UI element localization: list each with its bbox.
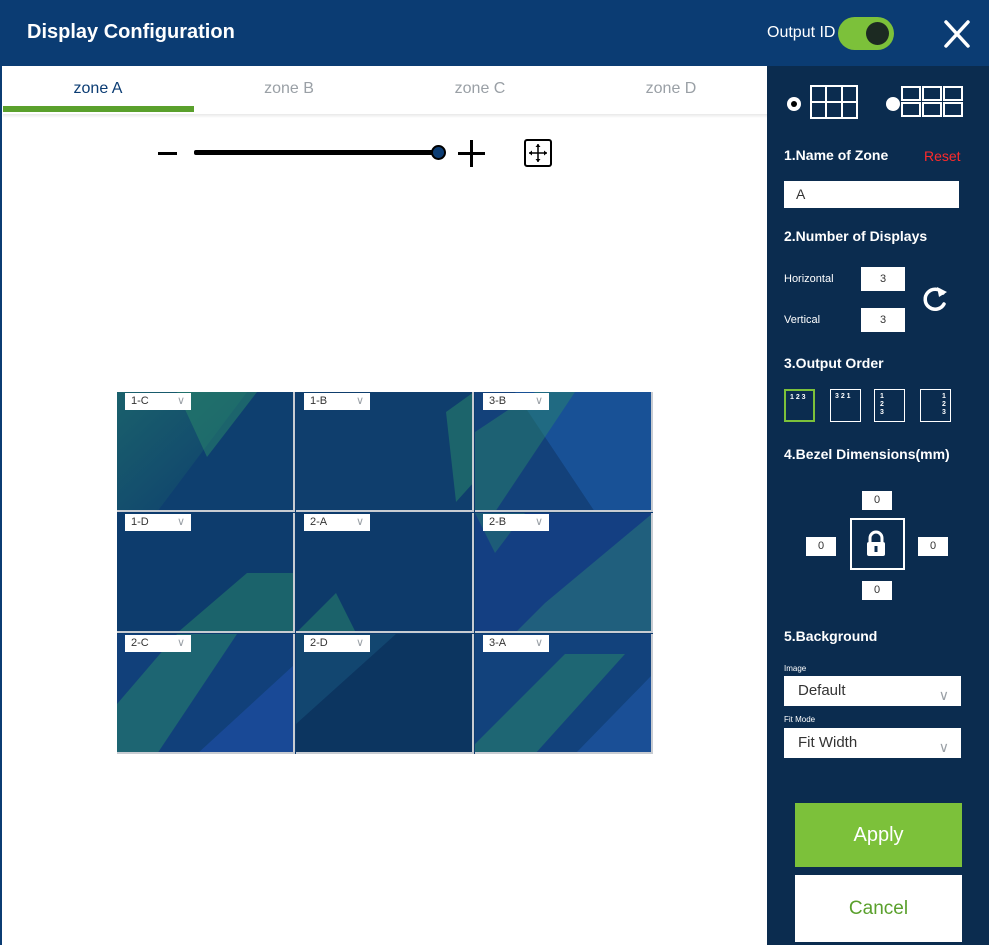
cell-output-select[interactable]: 3-A ∨ xyxy=(483,635,549,652)
output-id-toggle[interactable] xyxy=(838,17,894,50)
active-tab-indicator xyxy=(3,106,194,112)
bezel-left-input[interactable]: 0 xyxy=(806,537,836,556)
layout-option-radio[interactable] xyxy=(886,97,900,111)
cell-output-select[interactable]: 2-C ∨ xyxy=(125,635,191,652)
bezel-bottom-input[interactable]: 0 xyxy=(862,581,892,600)
cell-output-select[interactable]: 1-D ∨ xyxy=(125,514,191,531)
background-heading: 5.Background xyxy=(784,628,878,644)
vertical-label: Vertical xyxy=(784,314,821,326)
display-cell[interactable]: 1-D ∨ xyxy=(117,513,295,633)
cell-output-select[interactable]: 2-B ∨ xyxy=(483,514,549,531)
toggle-knob xyxy=(866,22,889,45)
cell-output-select[interactable]: 3-B ∨ xyxy=(483,393,549,410)
display-cell[interactable]: 2-D ∨ xyxy=(296,634,474,754)
display-cell[interactable]: 2-C ∨ xyxy=(117,634,295,754)
cancel-button[interactable]: Cancel xyxy=(795,875,962,942)
minus-icon[interactable] xyxy=(158,152,177,155)
bezel-dimensions-heading: 4.Bezel Dimensions(mm) xyxy=(784,446,950,462)
cell-output-select[interactable]: 1-B ∨ xyxy=(304,393,370,410)
window-title: Display Configuration xyxy=(27,21,235,43)
lock-icon[interactable] xyxy=(865,530,887,558)
zoom-slider-handle[interactable] xyxy=(431,145,446,160)
zoom-slider[interactable] xyxy=(194,150,438,155)
display-wall: 1-C ∨ 1-B ∨ 3-B ∨ 1-D ∨ 2-A ∨ 2-B ∨ 2-C ∨ 2-D ∨ … xyxy=(117,392,653,754)
tab-divider xyxy=(3,114,767,118)
output-order-top-down-right[interactable]: 1 2 3 xyxy=(920,389,951,422)
plus-icon[interactable] xyxy=(458,140,485,167)
display-cell[interactable]: 1-B ∨ xyxy=(296,392,474,512)
name-of-zone-heading: 1.Name of Zone xyxy=(784,147,889,163)
display-cell[interactable]: 1-C ∨ xyxy=(117,392,295,512)
horizontal-count-input[interactable]: 3 xyxy=(861,267,905,291)
tab-zone-d[interactable]: zone D xyxy=(576,80,766,98)
output-order-right-to-left[interactable]: 3 2 1 xyxy=(830,389,861,422)
fit-to-screen-icon[interactable] xyxy=(524,139,552,167)
layout-option-radio[interactable] xyxy=(787,97,801,111)
output-id-label: Output ID xyxy=(767,24,836,41)
display-cell[interactable]: 3-B ∨ xyxy=(475,392,653,512)
vertical-count-input[interactable]: 3 xyxy=(861,308,905,332)
tab-zone-b[interactable]: zone B xyxy=(194,80,384,98)
output-order-left-to-right[interactable]: 1 2 3 xyxy=(784,389,815,422)
bezel-right-input[interactable]: 0 xyxy=(918,537,948,556)
grid-3x2-small-icon[interactable] xyxy=(900,85,964,119)
grid-3x2-icon[interactable] xyxy=(810,85,858,119)
window-border xyxy=(0,66,2,945)
output-order-heading: 3.Output Order xyxy=(784,355,884,371)
apply-button[interactable]: Apply xyxy=(795,803,962,867)
output-order-top-down-left[interactable]: 1 2 3 xyxy=(874,389,905,422)
fit-mode-select[interactable]: Fit Width ∨ xyxy=(784,728,961,758)
cell-output-select[interactable]: 2-D ∨ xyxy=(304,635,370,652)
display-cell[interactable]: 3-A ∨ xyxy=(475,634,653,754)
refresh-icon[interactable] xyxy=(920,284,950,314)
display-cell[interactable]: 2-A ∨ xyxy=(296,513,474,633)
number-of-displays-heading: 2.Number of Displays xyxy=(784,228,928,244)
zone-name-input[interactable]: A xyxy=(784,181,959,208)
chevron-down-icon: ∨ xyxy=(938,687,949,703)
image-label: Image xyxy=(784,664,807,673)
chevron-down-icon: ∨ xyxy=(938,739,949,755)
tab-zone-c[interactable]: zone C xyxy=(385,80,575,98)
cell-output-select[interactable]: 1-C ∨ xyxy=(125,393,191,410)
bezel-top-input[interactable]: 0 xyxy=(862,491,892,510)
tab-zone-a[interactable]: zone A xyxy=(3,80,193,98)
close-button[interactable] xyxy=(938,16,974,52)
title-bar: Display Configuration Output ID xyxy=(0,0,989,66)
background-image-select[interactable]: Default ∨ xyxy=(784,676,961,706)
display-cell[interactable]: 2-B ∨ xyxy=(475,513,653,633)
fit-mode-label: Fit Mode xyxy=(784,715,816,724)
close-x-icon xyxy=(944,20,970,48)
cell-output-select[interactable]: 2-A ∨ xyxy=(304,514,370,531)
reset-link[interactable]: Reset xyxy=(924,148,961,164)
horizontal-label: Horizontal xyxy=(784,273,834,285)
